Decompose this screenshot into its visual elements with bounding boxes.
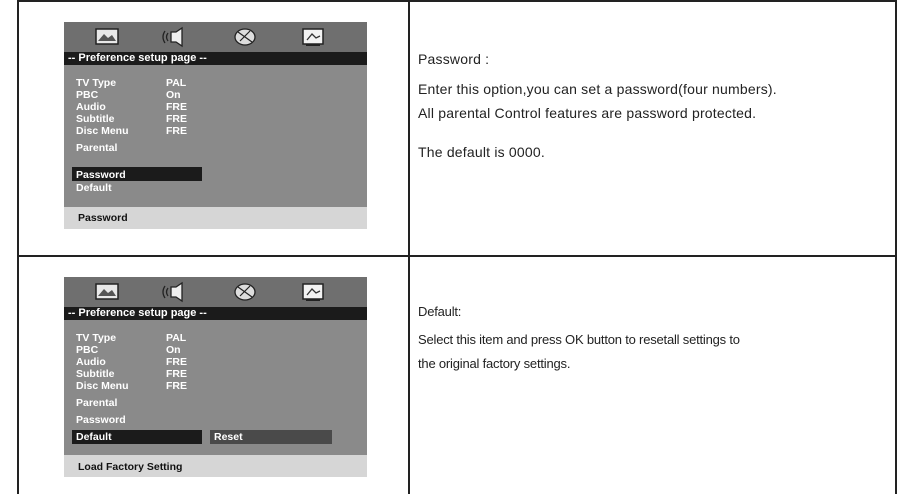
menu-value-audio: FRE [166, 101, 187, 113]
osd-title-bar: -- Preference setup page -- [64, 307, 367, 320]
password-heading: Password : [418, 51, 490, 67]
osd-status-text: Password [78, 212, 128, 224]
menu-item-audio[interactable]: Audio [76, 357, 106, 368]
menu-item-parental[interactable]: Parental [76, 398, 117, 409]
menu-value-audio: FRE [166, 356, 187, 368]
osd-status-bar: Password [64, 208, 367, 226]
osd-title: -- Preference setup page -- [68, 307, 207, 319]
menu-value-pbc: On [166, 344, 181, 356]
default-heading: Default: [418, 304, 462, 319]
menu-value-subtitle: FRE [166, 368, 187, 380]
table-top-border [17, 0, 897, 2]
table-row-divider [17, 255, 897, 257]
menu-item-tv-type[interactable]: TV Type [76, 333, 116, 344]
video-setup-icon [234, 28, 256, 46]
menu-value-tv-type: PAL [166, 77, 187, 89]
osd-title-bar: -- Preference setup page -- [64, 52, 367, 65]
menu-value-disc-menu: FRE [166, 380, 187, 392]
menu-item-subtitle[interactable]: Subtitle [76, 114, 115, 125]
menu-item-parental[interactable]: Parental [76, 143, 117, 154]
default-desc-line1: Select this item and press OK button to … [418, 332, 740, 347]
password-desc-line3: The default is 0000. [418, 144, 545, 160]
osd-panel-password: -- Preference setup page -- TV Type PAL … [64, 22, 367, 229]
menu-value-tv-type: PAL [166, 332, 187, 344]
menu-item-password[interactable]: Password [76, 170, 126, 181]
menu-item-password[interactable]: Password [76, 415, 126, 426]
submenu-item-reset[interactable]: Reset [214, 432, 243, 443]
osd-panel-default: -- Preference setup page -- TV Type PAL … [64, 277, 367, 477]
menu-item-disc-menu[interactable]: Disc Menu [76, 381, 129, 392]
menu-value-subtitle: FRE [166, 113, 187, 125]
video-setup-icon [234, 283, 256, 301]
audio-setup-icon [162, 26, 183, 48]
menu-item-default[interactable]: Default [76, 432, 112, 443]
general-setup-icon [95, 28, 119, 45]
osd-menu-body: TV Type PAL PBC On Audio FRE Subtitle FR… [64, 65, 367, 207]
menu-item-pbc[interactable]: PBC [76, 90, 98, 101]
menu-value-disc-menu: FRE [166, 125, 187, 137]
table-left-border [17, 0, 19, 494]
general-setup-icon [95, 283, 119, 300]
menu-item-tv-type[interactable]: TV Type [76, 78, 116, 89]
menu-item-subtitle[interactable]: Subtitle [76, 369, 115, 380]
menu-item-pbc[interactable]: PBC [76, 345, 98, 356]
osd-status-text: Load Factory Setting [78, 461, 183, 473]
preference-setup-icon [302, 283, 324, 301]
menu-item-audio[interactable]: Audio [76, 102, 106, 113]
osd-icon-bar [64, 22, 367, 52]
table-middle-border [408, 0, 410, 494]
menu-item-disc-menu[interactable]: Disc Menu [76, 126, 129, 137]
password-desc-line1: Enter this option,you can set a password… [418, 81, 777, 97]
password-desc-line2: All parental Control features are passwo… [418, 105, 757, 121]
osd-title: -- Preference setup page -- [68, 52, 207, 64]
audio-setup-icon [162, 281, 183, 303]
menu-value-pbc: On [166, 89, 181, 101]
table-right-border [895, 0, 897, 494]
menu-item-default[interactable]: Default [76, 183, 112, 194]
default-desc-line2: the original factory settings. [418, 356, 571, 371]
osd-icon-bar [64, 277, 367, 307]
osd-menu-body: TV Type PAL PBC On Audio FRE Subtitle FR… [64, 320, 367, 455]
osd-status-bar: Load Factory Setting [64, 457, 367, 475]
preference-setup-icon [302, 28, 324, 46]
